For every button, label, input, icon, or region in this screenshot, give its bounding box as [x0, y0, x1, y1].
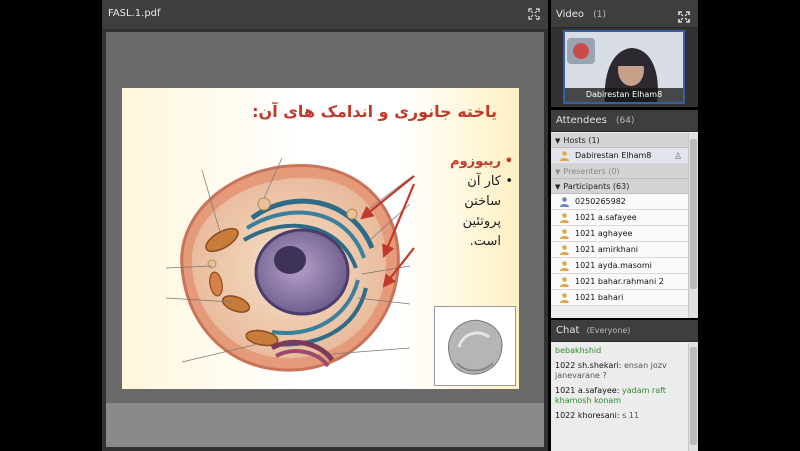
- chat-message-sender: 1022 khoresani:: [555, 411, 620, 420]
- chat-message-text: s 11: [622, 411, 640, 420]
- presentation-slide: یاخته جانوری و اندامک های آن: ریبوزوم کا…: [122, 88, 519, 389]
- chat-scope[interactable]: (Everyone): [587, 326, 631, 335]
- section-participants-label: Participants (63): [563, 182, 630, 191]
- chat-title-label: Chat: [556, 325, 580, 336]
- section-presenters[interactable]: ▼ Presenters (0): [551, 164, 688, 179]
- user-icon: [559, 212, 570, 223]
- section-hosts[interactable]: ▼ Hosts (1): [551, 133, 688, 148]
- user-icon: [559, 196, 570, 207]
- chat-message-text: bebakhshid: [555, 346, 602, 355]
- document-footer-area: [106, 403, 544, 447]
- status-icon: ♙: [673, 152, 682, 162]
- chat-message: bebakhshid: [555, 346, 684, 356]
- attendees-pod: Attendees (64) ▼ Hosts (1) Dabirestan Elh…: [551, 110, 698, 318]
- expand-arrow-icon[interactable]: ▼: [555, 137, 560, 145]
- user-icon: [559, 260, 570, 271]
- scrollbar-thumb[interactable]: [690, 139, 697, 289]
- attendee-row[interactable]: 1021 amirkhani: [551, 242, 688, 258]
- attendees-scrollbar[interactable]: [688, 133, 698, 318]
- attendee-name: 1021 ayda.masomi: [575, 261, 652, 270]
- chat-message-sender: 1021 a.safayee:: [555, 386, 620, 395]
- bullet-function: کار آن ساختن پروتئین است.: [429, 172, 513, 252]
- video-pod: Video (1) Dabirestan Elham8: [551, 0, 698, 107]
- chat-pod-title: Chat (Everyone): [556, 325, 630, 336]
- attendee-name: 1021 bahari: [575, 293, 624, 302]
- bullet-ribosome: ریبوزوم: [429, 152, 513, 172]
- video-pod-header: Video (1): [551, 0, 698, 28]
- attendee-row[interactable]: 1021 bahari: [551, 290, 688, 306]
- chat-message-list: bebakhshid 1022 sh.shekari: ensan jozv j…: [551, 343, 688, 451]
- expand-arrow-icon[interactable]: ▼: [555, 168, 560, 176]
- chat-message-sender: 1022 sh.shekari:: [555, 361, 622, 370]
- chat-pod: Chat (Everyone) bebakhshid 1022 sh.sheka…: [551, 320, 698, 451]
- video-pod-title: Video (1): [556, 9, 606, 20]
- webcam-video[interactable]: Dabirestan Elham8: [563, 30, 685, 104]
- scrollbar-thumb[interactable]: [690, 347, 697, 445]
- video-count: (1): [593, 10, 606, 20]
- attendees-count: (64): [616, 116, 635, 126]
- attendee-row[interactable]: 1021 a.safayee: [551, 210, 688, 226]
- attendee-name: 1021 bahar.rahmani 2: [575, 277, 664, 286]
- attendee-name: 1021 a.safayee: [575, 213, 637, 222]
- attendee-name: 0250265982: [575, 197, 626, 206]
- animal-cell-illustration: [165, 157, 416, 372]
- section-hosts-label: Hosts (1): [563, 136, 600, 145]
- attendee-row[interactable]: 1021 aghayee: [551, 226, 688, 242]
- attendee-row[interactable]: 0250265982: [551, 194, 688, 210]
- attendees-pod-header: Attendees (64): [551, 110, 698, 132]
- attendee-row[interactable]: Dabirestan Elham8 ♙: [551, 148, 688, 164]
- chat-pod-header: Chat (Everyone): [551, 320, 698, 342]
- attendee-name: 1021 aghayee: [575, 229, 633, 238]
- chat-scrollbar[interactable]: [688, 343, 698, 451]
- fullscreen-icon[interactable]: [528, 8, 540, 20]
- document-pod-header: FASL.1.pdf: [102, 0, 548, 30]
- user-icon: [559, 292, 570, 303]
- attendees-list: ▼ Hosts (1) Dabirestan Elham8 ♙ ▼ Presente…: [551, 133, 688, 318]
- video-title-label: Video: [556, 9, 585, 20]
- attendee-name: 1021 amirkhani: [575, 245, 639, 254]
- attendee-name: Dabirestan Elham8: [575, 151, 652, 160]
- attendees-pod-title: Attendees (64): [556, 115, 635, 126]
- host-user-icon: [559, 150, 570, 161]
- video-nameplate: Dabirestan Elham8: [565, 88, 683, 102]
- slide-bullets: ریبوزوم کار آن ساختن پروتئین است.: [429, 152, 513, 252]
- expand-arrow-icon[interactable]: ▼: [555, 183, 560, 191]
- fullscreen-icon[interactable]: [678, 8, 690, 27]
- user-icon: [559, 244, 570, 255]
- attendee-row[interactable]: 1021 bahar.rahmani 2: [551, 274, 688, 290]
- user-icon: [559, 228, 570, 239]
- slide-title: یاخته جانوری و اندامک های آن:: [252, 102, 497, 121]
- chat-message: 1021 a.safayee: yadam raft khamosh konam: [555, 386, 684, 406]
- document-title: FASL.1.pdf: [108, 8, 161, 19]
- user-icon: [559, 276, 570, 287]
- section-participants[interactable]: ▼ Participants (63): [551, 179, 688, 194]
- ribosome-inset-image: [434, 306, 516, 386]
- attendee-row[interactable]: 1021 ayda.masomi: [551, 258, 688, 274]
- attendees-title-label: Attendees: [556, 115, 607, 126]
- chat-message: 1022 sh.shekari: ensan jozv janevarane ?: [555, 361, 684, 381]
- section-presenters-label: Presenters (0): [563, 167, 620, 176]
- chat-message: 1022 khoresani: s 11: [555, 411, 684, 421]
